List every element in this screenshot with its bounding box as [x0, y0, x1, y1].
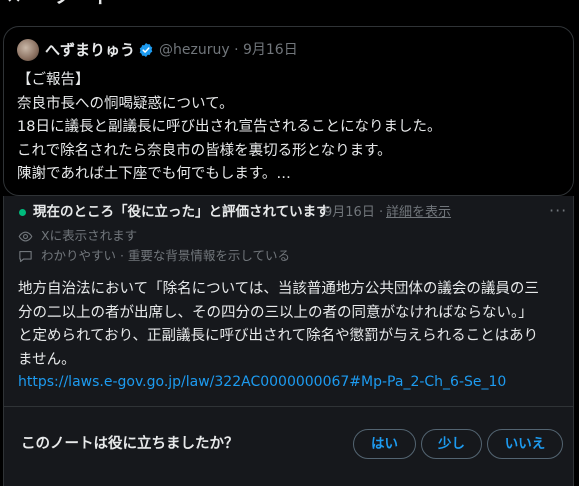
divider — [4, 406, 573, 407]
rate-no-button[interactable]: いいえ — [487, 429, 563, 459]
close-icon[interactable]: ✕ — [6, 0, 22, 8]
author-name[interactable]: へずまりゅう — [45, 40, 135, 60]
top-bar: ✕ ノート — [0, 0, 579, 8]
rate-yes-button[interactable]: はい — [353, 429, 416, 459]
verified-badge-icon — [139, 43, 153, 57]
reasons-row: わかりやすい · 重要な背景情報を示している — [18, 247, 290, 265]
status-dot-icon — [19, 209, 26, 216]
speech-bubble-icon — [19, 250, 32, 262]
shown-on-x-row: Xに表示されます — [18, 227, 137, 245]
note-date: 9月16日 · — [324, 205, 384, 220]
rating-question: このノートは役に立ちましたか？ — [21, 436, 239, 452]
rate-somewhat-button[interactable]: 少し — [421, 429, 482, 459]
avatar[interactable] — [17, 39, 39, 61]
tweet-text: 【ご報告】 奈良市長への恫喝疑惑について。 18日に議長と副議長に呼び出され宣告… — [17, 72, 442, 182]
source-link[interactable]: https://laws.e-gov.go.jp/law/322AC000000… — [18, 371, 506, 393]
more-options-icon[interactable]: ··· — [549, 201, 567, 221]
details-link[interactable]: 詳細を表示 — [386, 203, 451, 223]
community-note: 現在のところ「役に立った」と評価されています 9月16日 · 詳細を表示 ···… — [3, 196, 574, 486]
page-title: ノート — [55, 0, 112, 8]
reasons-label: わかりやすい · 重要な背景情報を示している — [41, 248, 291, 263]
note-body: 地方自治法において「除名については、当該普通地方公共団体の議会の議員の三 分の二… — [18, 281, 539, 368]
note-status: 現在のところ「役に立った」と評価されています — [33, 204, 330, 220]
shown-on-x-label: Xに表示されます — [41, 228, 138, 243]
eye-icon — [18, 231, 33, 241]
author-handle-date: @hezuruy · 9月16日 — [159, 42, 298, 58]
quoted-tweet-card[interactable]: へずまりゅう @hezuruy · 9月16日 【ご報告】 奈良市長への恫喝疑惑… — [3, 26, 574, 196]
